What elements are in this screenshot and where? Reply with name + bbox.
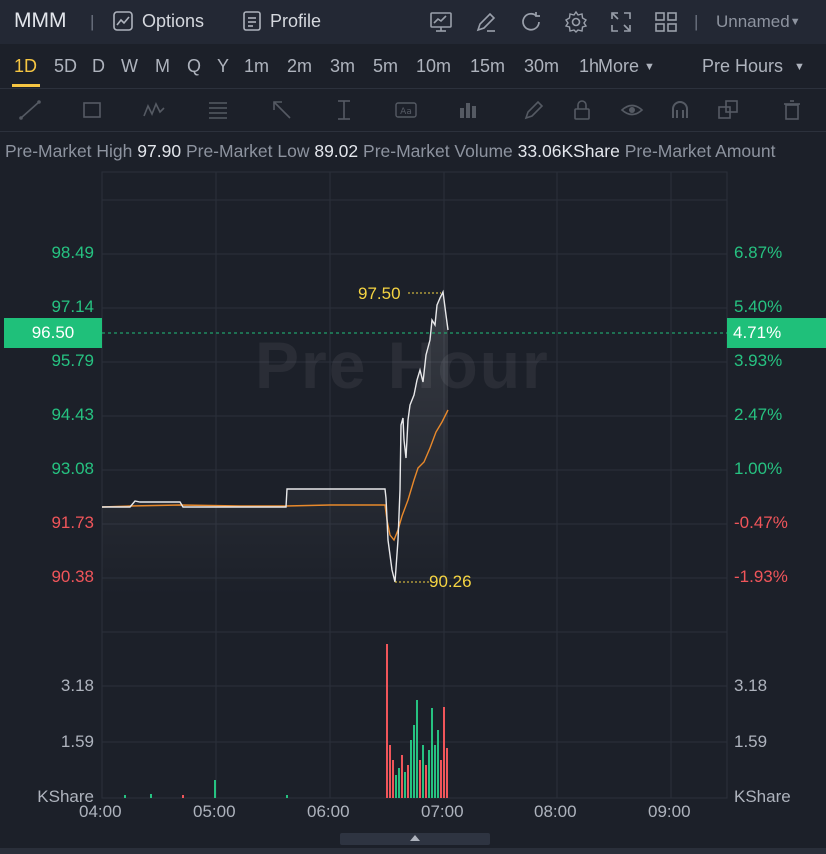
percent-axis-label: 5.40% — [734, 297, 783, 316]
time-axis-label: 08:00 — [534, 802, 577, 821]
volume-bars — [124, 644, 448, 798]
price-axis-label: 93.08 — [51, 459, 94, 478]
volume-bar — [443, 707, 445, 798]
volume-bar — [410, 740, 412, 798]
time-axis-label: 05:00 — [193, 802, 236, 821]
min-price-annotation: 90.26 — [429, 572, 472, 591]
volume-bar — [286, 795, 288, 798]
volume-axis-label: 1.59 — [60, 732, 94, 751]
volume-bar — [434, 745, 436, 798]
percent-axis-label: 6.87% — [734, 243, 783, 262]
percent-axis-label: -1.93% — [734, 567, 788, 586]
current-price-tag: 96.50 — [4, 318, 102, 348]
volume-bar — [422, 745, 424, 798]
volume-bar — [437, 730, 439, 798]
volume-bar — [407, 765, 409, 798]
volume-bar — [389, 745, 391, 798]
volume-bar — [182, 795, 184, 798]
volume-bar — [386, 644, 388, 798]
price-chart[interactable] — [0, 0, 826, 854]
volume-bar — [413, 725, 415, 798]
volume-bar — [392, 760, 394, 798]
price-axis-label: 97.14 — [51, 297, 94, 316]
volume-bar — [440, 760, 442, 798]
volume-bar — [398, 768, 400, 798]
volume-bar — [446, 748, 448, 798]
time-axis-label: 04:00 — [79, 802, 122, 821]
volume-unit-label: KShare — [734, 787, 791, 806]
bottom-strip — [0, 848, 826, 854]
volume-bar — [401, 755, 403, 798]
price-axis-label: 90.38 — [51, 567, 94, 586]
current-percent-tag: 4.71% — [727, 318, 826, 348]
percent-axis-label: 1.00% — [734, 459, 783, 478]
volume-axis-label: 3.18 — [734, 676, 768, 695]
max-price-annotation: 97.50 — [358, 284, 401, 303]
volume-bar — [150, 794, 152, 798]
volume-axis-label: 1.59 — [734, 732, 768, 751]
time-axis-label: 09:00 — [648, 802, 691, 821]
time-axis-label: 07:00 — [421, 802, 464, 821]
volume-bar — [425, 765, 427, 798]
price-axis-label: 98.49 — [51, 243, 94, 262]
percent-axis-label: 2.47% — [734, 405, 783, 424]
volume-axis-label: 3.18 — [60, 676, 94, 695]
percent-axis-label: -0.47% — [734, 513, 788, 532]
time-axis-label: 06:00 — [307, 802, 350, 821]
volume-bar — [214, 780, 216, 798]
volume-bar — [124, 795, 126, 798]
price-axis-label: 91.73 — [51, 513, 94, 532]
volume-bar — [404, 772, 406, 798]
volume-bar — [431, 708, 433, 798]
percent-axis-label: 3.93% — [734, 351, 783, 370]
price-axis-label: 95.79 — [51, 351, 94, 370]
volume-bar — [416, 700, 418, 798]
price-axis-label: 94.43 — [51, 405, 94, 424]
session-watermark: Pre Hour — [255, 328, 550, 402]
collapse-arrow-icon[interactable] — [410, 835, 420, 841]
volume-bar — [419, 760, 421, 798]
volume-bar — [395, 775, 397, 798]
volume-bar — [428, 750, 430, 798]
